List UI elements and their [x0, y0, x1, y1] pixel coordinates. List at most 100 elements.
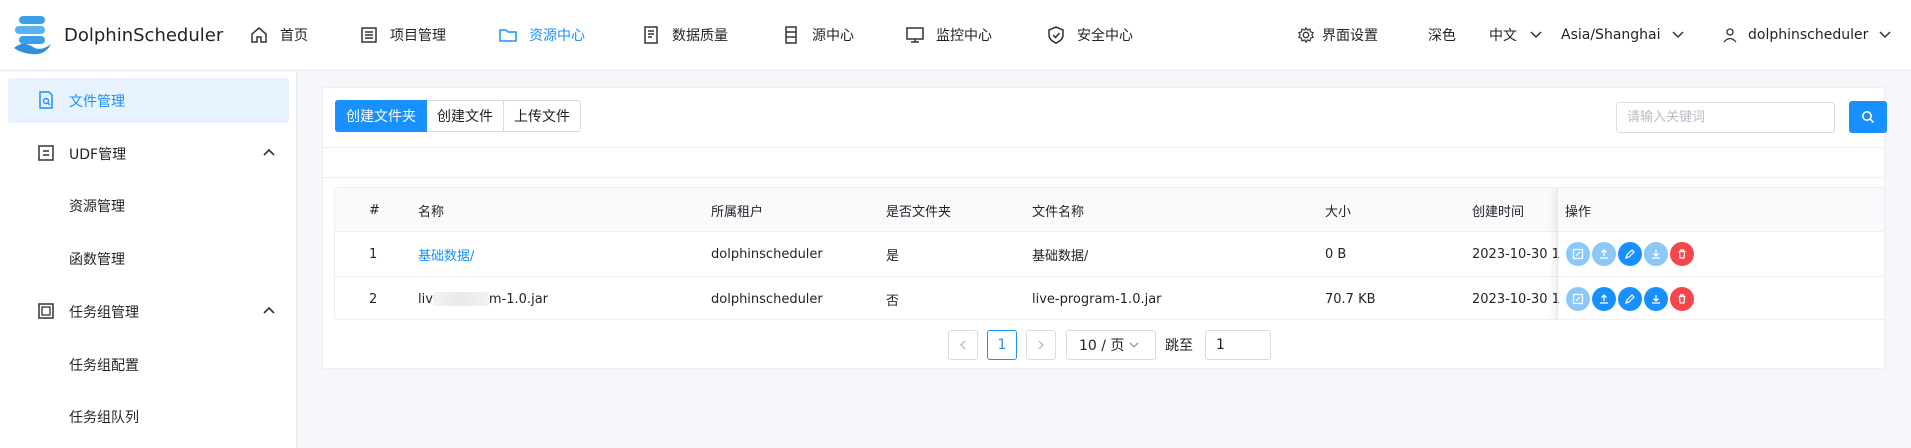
jump-to-input[interactable]: 1	[1205, 330, 1271, 360]
page-number-button[interactable]: 1	[987, 330, 1017, 360]
create-file-button[interactable]: 创建文件	[427, 100, 504, 132]
chevron-up-icon	[263, 306, 275, 314]
username-label: dolphinscheduler	[1748, 27, 1869, 43]
resource-table: # 名称 所属租户 是否文件夹 文件名称 大小 创建时间 操作 1 基础数据/ …	[334, 187, 1885, 320]
folder-icon	[497, 24, 519, 46]
dolphin-logo-icon	[14, 16, 51, 55]
home-icon	[248, 24, 270, 46]
nav-security[interactable]: 安全中心	[1045, 23, 1133, 47]
size-cell: 70.7 KB	[1325, 291, 1376, 307]
column-header: #	[369, 202, 380, 218]
edit-icon	[1572, 293, 1584, 305]
sidebar-item-label: UDF管理	[69, 146, 127, 163]
chevron-down-icon	[1530, 31, 1542, 39]
prev-page-button[interactable]	[948, 330, 978, 360]
jump-to-label: 跳至	[1165, 338, 1193, 354]
file-name-cell: live-program-1.0.jar	[1032, 291, 1162, 307]
download-button[interactable]	[1644, 287, 1668, 311]
action-button-group: 创建文件夹 创建文件 上传文件	[335, 100, 581, 132]
download-icon	[1652, 250, 1660, 259]
ui-settings-label: 界面设置	[1322, 28, 1378, 44]
search-button[interactable]	[1849, 101, 1887, 133]
delete-button[interactable]	[1670, 287, 1694, 311]
upload-file-button[interactable]: 上传文件	[504, 100, 581, 132]
column-header: 是否文件夹	[886, 204, 952, 220]
datasource-icon	[780, 24, 802, 46]
sidebar-item-task-group[interactable]: 任务组管理	[8, 289, 289, 334]
file-name-cell: 基础数据/	[1032, 248, 1089, 264]
nav-resources[interactable]: 资源中心	[497, 23, 585, 47]
language-dropdown[interactable]: 中文	[1489, 23, 1543, 47]
sidebar: 文件管理 UDF管理 资源管理 函数管理 任务组管理 任务组配置 任务组队列	[0, 72, 297, 448]
page-size-label: 10 / 页	[1079, 338, 1125, 354]
column-header: 大小	[1325, 204, 1352, 220]
rename-button[interactable]	[1618, 242, 1642, 266]
resource-name-prefix: liv	[418, 291, 433, 307]
edit-button[interactable]	[1566, 242, 1590, 266]
next-page-button[interactable]	[1026, 330, 1056, 360]
column-header: 名称	[418, 204, 445, 220]
trash-icon	[1678, 249, 1686, 259]
sidebar-item-file-management[interactable]: 文件管理	[8, 78, 289, 123]
sidebar-item-label: 资源管理	[69, 198, 125, 215]
created-time-cell: 2023-10-30 1	[1472, 246, 1560, 262]
nav-datasource[interactable]: 源中心	[780, 23, 854, 47]
file-search-icon	[39, 91, 53, 109]
rename-button[interactable]	[1618, 287, 1642, 311]
column-header: 所属租户	[711, 204, 764, 220]
resource-name-link[interactable]: 基础数据/	[418, 232, 474, 276]
operations-column	[1557, 188, 1884, 319]
download-button[interactable]	[1644, 242, 1668, 266]
delete-button[interactable]	[1670, 242, 1694, 266]
udf-icon	[38, 145, 54, 161]
timezone-label: Asia/Shanghai	[1561, 27, 1661, 43]
tenant-cell: dolphinscheduler	[711, 291, 823, 307]
timezone-dropdown[interactable]: Asia/Shanghai	[1561, 23, 1685, 47]
tenant-cell: dolphinscheduler	[711, 246, 823, 262]
sidebar-item-function-management[interactable]: 函数管理	[8, 236, 289, 281]
sidebar-item-task-group-config[interactable]: 任务组配置	[8, 342, 289, 387]
chevron-down-icon	[1129, 342, 1139, 348]
page-size-select[interactable]: 10 / 页	[1066, 330, 1156, 360]
row-index: 2	[369, 291, 378, 307]
resource-name-suffix: m-1.0.jar	[488, 291, 549, 307]
is-folder-cell: 否	[886, 293, 900, 309]
chevron-left-icon	[960, 340, 966, 350]
task-group-icon	[38, 303, 54, 319]
search-input[interactable]	[1616, 102, 1835, 133]
nav-projects[interactable]: 项目管理	[358, 23, 446, 47]
user-icon	[1723, 28, 1737, 43]
chevron-right-icon	[1038, 340, 1044, 350]
edit-button[interactable]	[1566, 287, 1590, 311]
column-header: 文件名称	[1032, 204, 1085, 220]
resource-name-cell[interactable]: liv m-1.0.jar	[418, 277, 549, 319]
chevron-down-icon	[1671, 31, 1684, 39]
reupload-button[interactable]	[1592, 287, 1616, 311]
size-cell: 0 B	[1325, 246, 1347, 262]
nav-monitor[interactable]: 监控中心	[904, 23, 992, 47]
ui-settings-button[interactable]: 界面设置	[1297, 23, 1378, 47]
download-icon	[1652, 295, 1660, 304]
user-menu[interactable]: dolphinscheduler	[1722, 23, 1892, 47]
sidebar-item-label: 文件管理	[69, 93, 125, 110]
monitor-icon	[904, 24, 926, 46]
gear-icon	[1297, 26, 1315, 44]
top-header: DolphinScheduler 首页 项目管理 资源中心 数据质量 源中心 监…	[0, 0, 1911, 71]
app-logo[interactable]: DolphinScheduler	[11, 14, 223, 58]
sidebar-item-udf[interactable]: UDF管理	[8, 131, 289, 176]
nav-home-label: 首页	[280, 28, 308, 44]
reupload-button[interactable]	[1592, 242, 1616, 266]
sidebar-item-label: 函数管理	[69, 251, 125, 268]
pencil-icon	[1625, 249, 1635, 259]
theme-label: 深色	[1428, 28, 1456, 44]
sidebar-item-task-group-queue[interactable]: 任务组队列	[8, 394, 289, 439]
sidebar-item-resource-management[interactable]: 资源管理	[8, 183, 289, 228]
nav-home[interactable]: 首页	[248, 23, 308, 47]
language-label: 中文	[1489, 28, 1517, 44]
pencil-icon	[1625, 294, 1635, 304]
theme-toggle[interactable]: 深色	[1428, 23, 1456, 47]
trash-icon	[1678, 294, 1686, 304]
create-folder-button[interactable]: 创建文件夹	[335, 100, 427, 132]
nav-data-quality[interactable]: 数据质量	[640, 23, 728, 47]
sidebar-item-label: 任务组配置	[69, 357, 139, 374]
